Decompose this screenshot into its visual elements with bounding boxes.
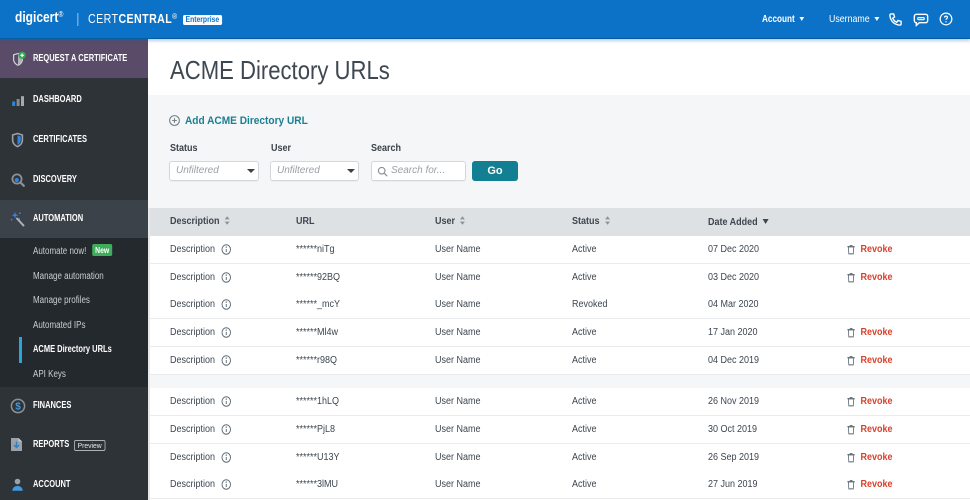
svg-text:$: $ xyxy=(15,402,21,413)
